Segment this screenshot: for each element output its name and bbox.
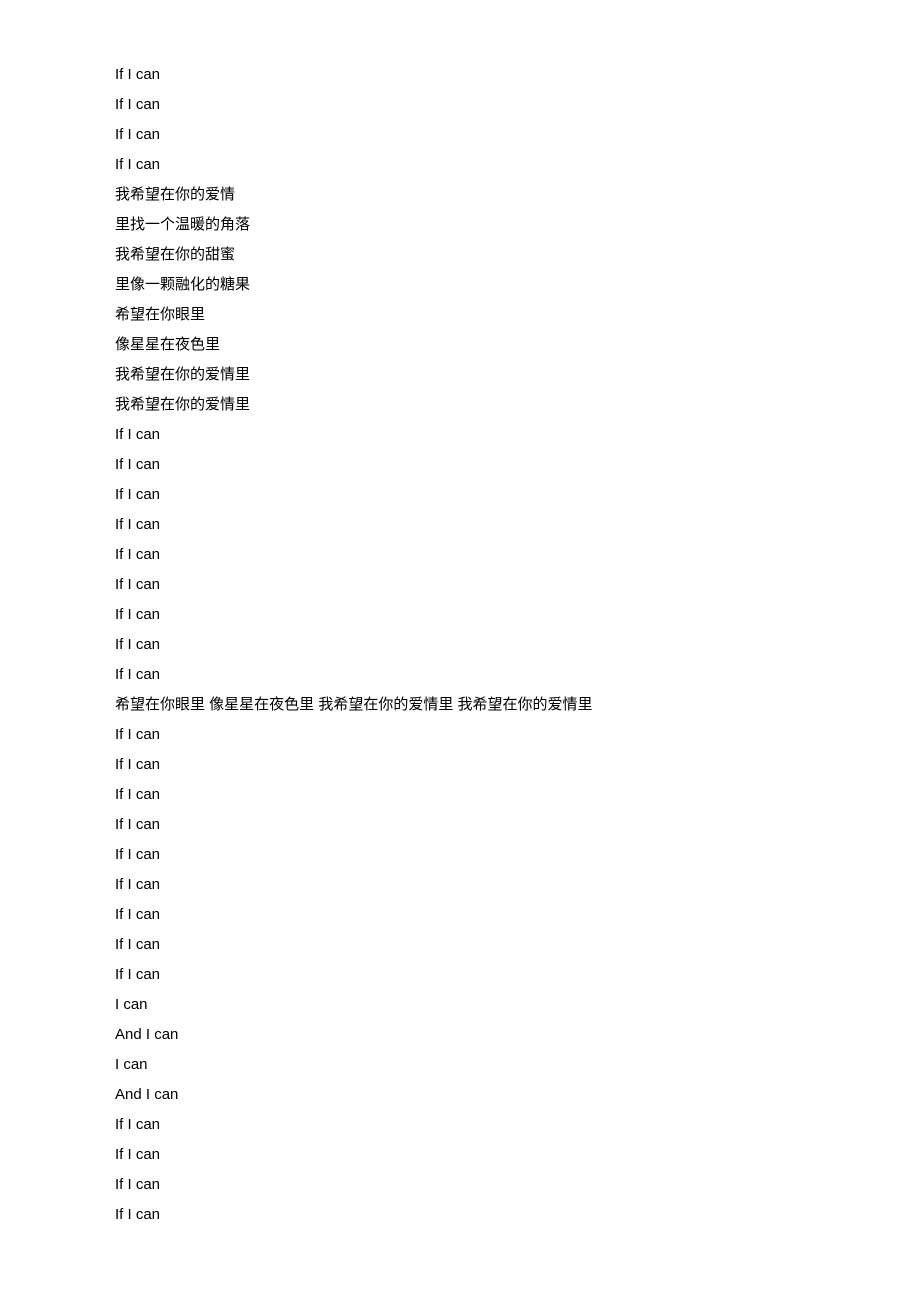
lyric-line: If I can: [115, 960, 805, 990]
lyric-line: 像星星在夜色里: [115, 330, 805, 360]
lyric-line: If I can: [115, 120, 805, 150]
lyric-line: 希望在你眼里: [115, 300, 805, 330]
lyric-line: 我希望在你的甜蜜: [115, 240, 805, 270]
lyric-line: I can: [115, 1050, 805, 1080]
lyric-line: If I can: [115, 480, 805, 510]
lyric-line: If I can: [115, 570, 805, 600]
lyric-line: If I can: [115, 60, 805, 90]
lyric-line: 里像一颗融化的糖果: [115, 270, 805, 300]
lyric-line: 我希望在你的爱情里: [115, 360, 805, 390]
lyric-line: If I can: [115, 1170, 805, 1200]
lyric-line: If I can: [115, 630, 805, 660]
lyric-line: If I can: [115, 750, 805, 780]
lyric-line: If I can: [115, 510, 805, 540]
lyric-line: 希望在你眼里 像星星在夜色里 我希望在你的爱情里 我希望在你的爱情里: [115, 690, 805, 720]
lyric-line: If I can: [115, 1200, 805, 1230]
lyric-line: I can: [115, 990, 805, 1020]
lyric-line: If I can: [115, 1140, 805, 1170]
lyric-line: If I can: [115, 540, 805, 570]
lyric-line: If I can: [115, 1110, 805, 1140]
lyric-line: If I can: [115, 840, 805, 870]
lyric-line: If I can: [115, 660, 805, 690]
lyric-line: If I can: [115, 780, 805, 810]
lyric-line: If I can: [115, 450, 805, 480]
lyric-line: If I can: [115, 810, 805, 840]
lyric-line: If I can: [115, 90, 805, 120]
lyric-line: If I can: [115, 420, 805, 450]
lyric-line: If I can: [115, 870, 805, 900]
lyric-line: If I can: [115, 600, 805, 630]
lyric-line: 里找一个温暖的角落: [115, 210, 805, 240]
lyric-line: And I can: [115, 1020, 805, 1050]
lyric-line: If I can: [115, 900, 805, 930]
document-page: If I can If I can If I can If I can 我希望在…: [0, 0, 920, 1290]
lyric-line: And I can: [115, 1080, 805, 1110]
lyric-line: 我希望在你的爱情: [115, 180, 805, 210]
lyric-line: If I can: [115, 720, 805, 750]
lyric-line: If I can: [115, 930, 805, 960]
lyric-line: If I can: [115, 150, 805, 180]
lyric-line: 我希望在你的爱情里: [115, 390, 805, 420]
